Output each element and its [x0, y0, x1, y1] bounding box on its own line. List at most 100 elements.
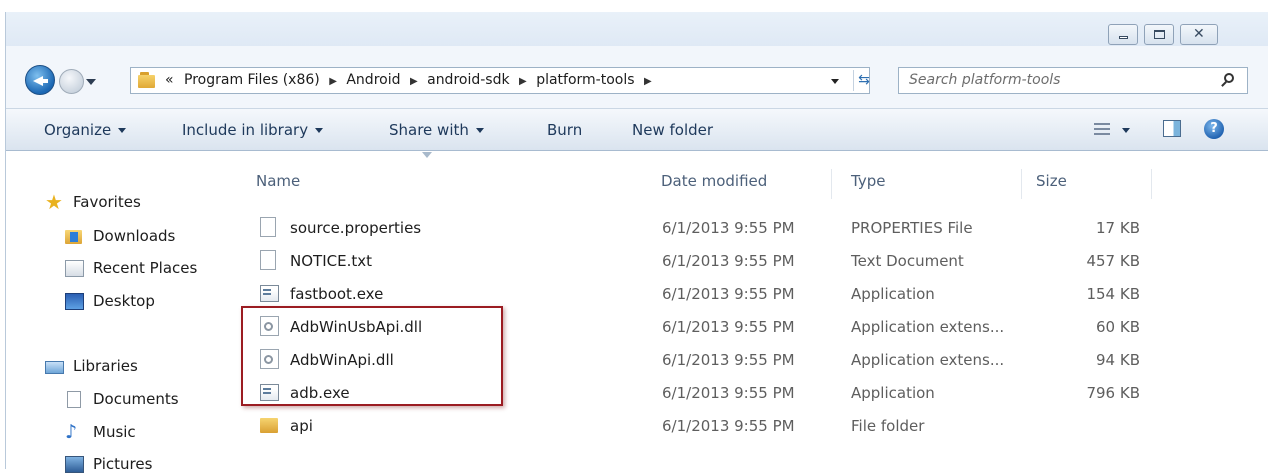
file-name: NOTICE.txt	[290, 252, 372, 270]
nav-libraries-label: Libraries	[73, 357, 138, 375]
file-row[interactable]: fastboot.exe 6/1/2013 9:55 PM Applicatio…	[256, 277, 1156, 309]
maximize-button[interactable]	[1144, 24, 1174, 45]
minimize-icon	[1119, 36, 1128, 39]
file-date: 6/1/2013 9:55 PM	[662, 219, 795, 237]
file-size: 60 KB	[1096, 318, 1140, 336]
file-date: 6/1/2013 9:55 PM	[662, 351, 795, 369]
close-icon: ✕	[1193, 26, 1205, 42]
nav-music[interactable]: ♪ Music	[65, 423, 136, 442]
column-header-size[interactable]: Size	[1036, 172, 1067, 190]
search-placeholder: Search platform-tools	[909, 72, 1061, 88]
background-strip	[0, 0, 1268, 12]
address-row: « Program Files (x86) ▶ Android ▶ androi…	[6, 57, 1268, 101]
search-icon[interactable]	[1224, 73, 1234, 83]
folder-icon	[138, 72, 156, 88]
file-size: 154 KB	[1086, 285, 1140, 303]
include-in-library-button[interactable]: Include in library	[182, 121, 324, 139]
column-divider[interactable]	[831, 169, 832, 199]
file-date: 6/1/2013 9:55 PM	[662, 417, 795, 435]
views-icon-line	[1094, 128, 1110, 130]
highlight-box	[241, 306, 503, 406]
minimize-button[interactable]	[1108, 24, 1138, 45]
file-size: 796 KB	[1086, 384, 1140, 402]
nav-pictures[interactable]: Pictures	[65, 455, 153, 473]
breadcrumb-platform-tools[interactable]: platform-tools	[536, 72, 634, 88]
organize-button[interactable]: Organize	[44, 121, 127, 139]
nav-favorites[interactable]: ★ Favorites	[45, 192, 141, 212]
file-row[interactable]: api 6/1/2013 9:55 PM File folder	[256, 409, 1156, 441]
navigation-pane: ★ Favorites Downloads Recent Places Deskt…	[6, 151, 216, 473]
column-header-date-modified[interactable]: Date modified	[661, 172, 767, 190]
sort-indicator-icon	[422, 152, 432, 158]
music-icon: ♪	[65, 421, 78, 443]
file-type: Application	[851, 285, 935, 303]
file-name: source.properties	[290, 219, 422, 237]
file-date: 6/1/2013 9:55 PM	[662, 285, 795, 303]
nav-desktop[interactable]: Desktop	[65, 292, 155, 310]
recent-pages-dropdown[interactable]	[86, 79, 96, 85]
column-divider[interactable]	[1151, 169, 1152, 199]
search-input[interactable]: Search platform-tools	[898, 67, 1248, 94]
file-type: File folder	[851, 417, 925, 435]
help-icon[interactable]: ?	[1204, 119, 1224, 139]
application-icon	[260, 285, 279, 302]
text-file-icon	[260, 250, 276, 270]
refresh-icon[interactable]: ⇆	[853, 70, 874, 91]
nav-libraries[interactable]: Libraries	[45, 357, 138, 375]
recent-places-icon	[65, 260, 84, 277]
views-icon-line	[1094, 133, 1110, 135]
close-button[interactable]: ✕	[1180, 24, 1218, 45]
content-area: ★ Favorites Downloads Recent Places Deskt…	[6, 151, 1268, 473]
views-dropdown-icon[interactable]	[1122, 128, 1130, 133]
file-size: 457 KB	[1086, 252, 1140, 270]
nav-downloads[interactable]: Downloads	[65, 227, 176, 245]
views-icon-line	[1094, 123, 1110, 125]
folder-icon	[260, 415, 279, 435]
nav-documents[interactable]: Documents	[67, 390, 179, 408]
file-date: 6/1/2013 9:55 PM	[662, 384, 795, 402]
downloads-folder-icon	[65, 228, 84, 245]
file-type: Text Document	[851, 252, 964, 270]
breadcrumb-arrow-icon[interactable]: ▶	[519, 76, 527, 87]
nav-recent-places[interactable]: Recent Places	[65, 259, 198, 277]
file-name: fastboot.exe	[290, 285, 384, 303]
share-with-button[interactable]: Share with	[389, 121, 484, 139]
file-type: PROPERTIES File	[851, 219, 973, 237]
column-header-name[interactable]: Name	[256, 172, 300, 190]
title-bar: ✕	[6, 12, 1268, 46]
organize-label: Organize	[44, 121, 112, 139]
column-header-type[interactable]: Type	[851, 172, 885, 190]
forward-button[interactable]	[59, 69, 84, 94]
breadcrumb-program-files[interactable]: Program Files (x86)	[184, 72, 320, 88]
file-date: 6/1/2013 9:55 PM	[662, 318, 795, 336]
back-button[interactable]	[25, 65, 55, 95]
burn-button[interactable]: Burn	[547, 121, 582, 139]
nav-pictures-label: Pictures	[93, 455, 153, 473]
breadcrumb-arrow-icon[interactable]: ▶	[644, 76, 652, 87]
column-divider[interactable]	[1021, 169, 1022, 199]
new-folder-button[interactable]: New folder	[632, 121, 713, 139]
nav-desktop-label: Desktop	[93, 292, 155, 310]
include-label: Include in library	[182, 121, 309, 139]
breadcrumb-overflow[interactable]: «	[165, 72, 174, 88]
breadcrumb-android[interactable]: Android	[346, 72, 400, 88]
nav-documents-label: Documents	[93, 390, 179, 408]
file-row[interactable]: NOTICE.txt 6/1/2013 9:55 PM Text Documen…	[256, 244, 1156, 276]
breadcrumb-android-sdk[interactable]: android-sdk	[427, 72, 509, 88]
address-bar[interactable]: « Program Files (x86) ▶ Android ▶ androi…	[130, 67, 870, 94]
address-dropdown-icon[interactable]	[831, 79, 839, 84]
command-bar: Organize Include in library Share with B…	[6, 108, 1268, 151]
file-type: Application extens...	[851, 351, 1005, 369]
file-row[interactable]: source.properties 6/1/2013 9:55 PM PROPE…	[256, 211, 1156, 243]
file-name: api	[290, 417, 313, 435]
libraries-icon	[45, 358, 64, 375]
breadcrumb-arrow-icon[interactable]: ▶	[410, 76, 418, 87]
nav-recent-label: Recent Places	[93, 259, 198, 277]
views-icon[interactable]	[1094, 122, 1110, 136]
breadcrumb: « Program Files (x86) ▶ Android ▶ androi…	[165, 72, 657, 88]
chevron-down-icon	[475, 128, 484, 133]
breadcrumb-arrow-icon[interactable]: ▶	[329, 76, 337, 87]
nav-downloads-label: Downloads	[93, 227, 176, 245]
file-icon	[260, 217, 276, 237]
preview-pane-icon[interactable]	[1163, 120, 1181, 137]
